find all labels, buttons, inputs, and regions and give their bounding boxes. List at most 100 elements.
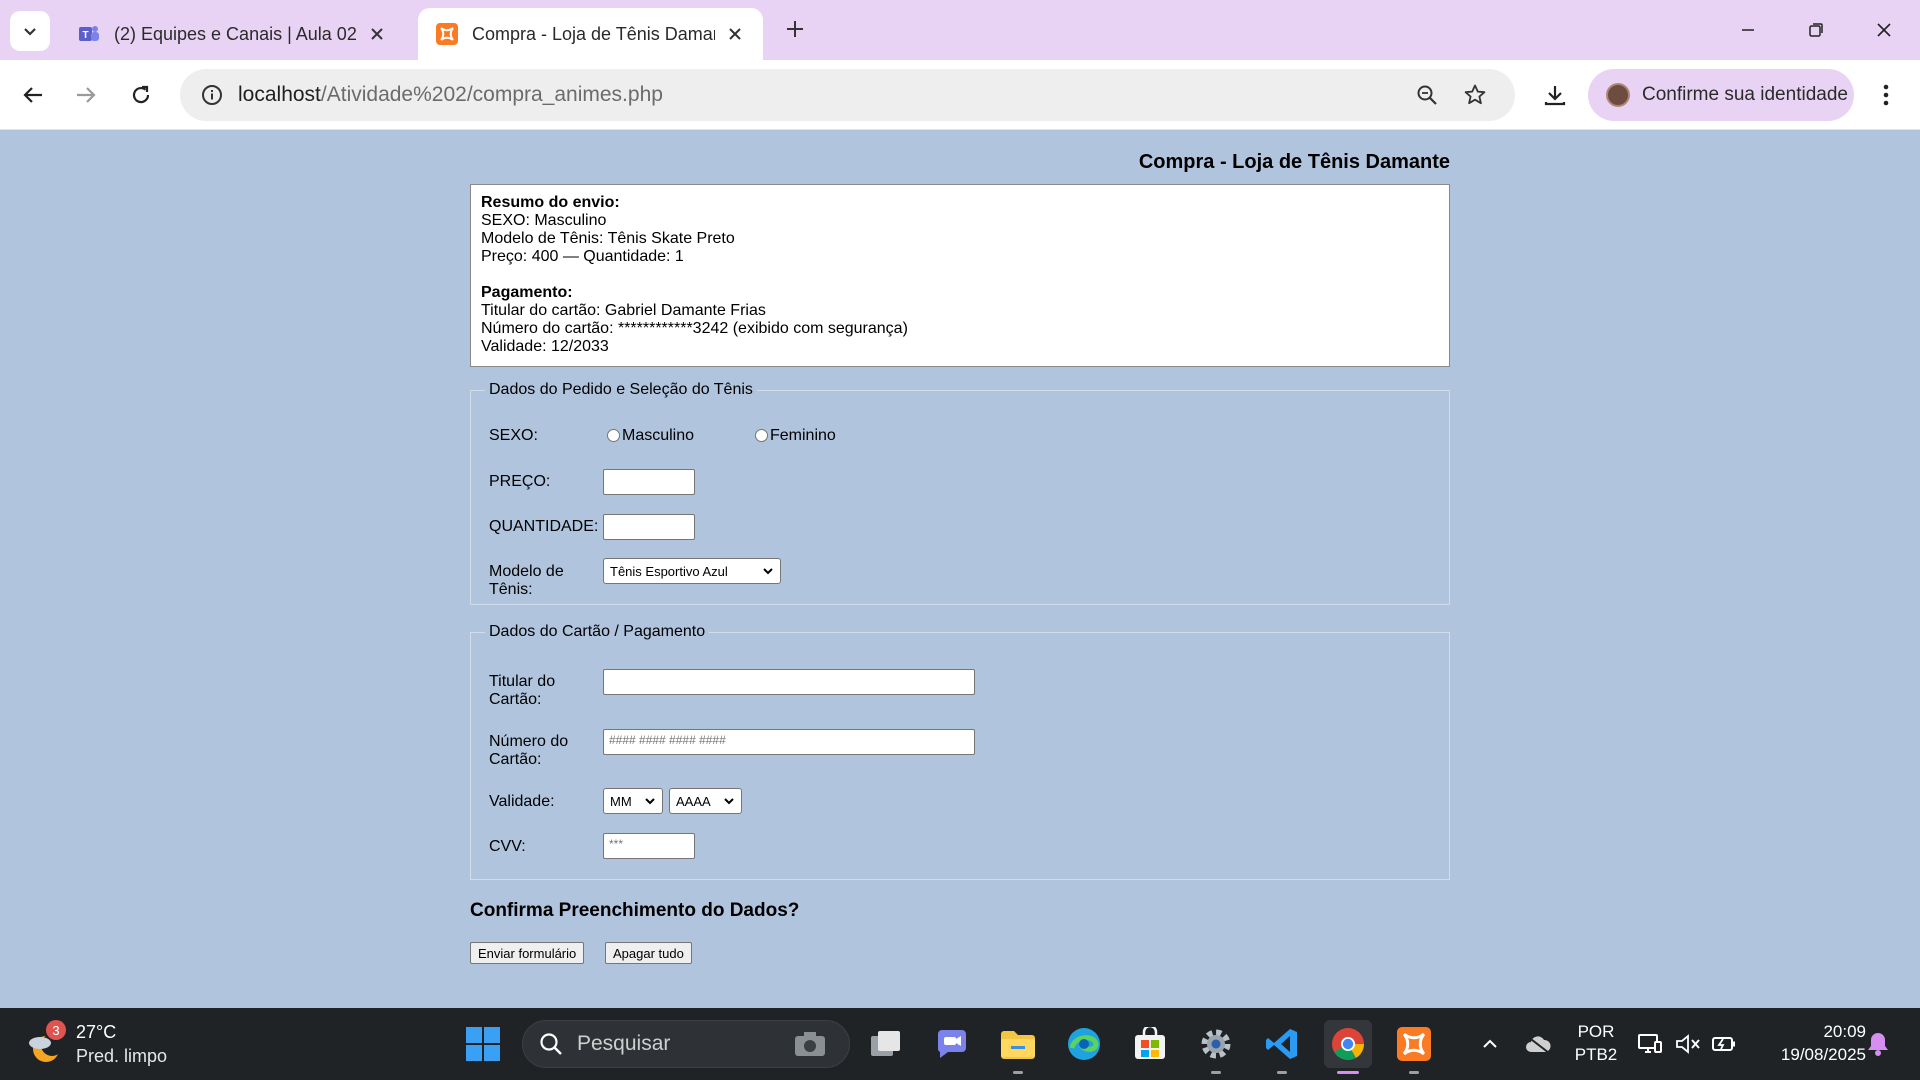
forward-button[interactable] xyxy=(66,75,106,115)
radio-circle[interactable] xyxy=(755,429,768,442)
chevron-down-icon xyxy=(24,28,36,36)
zoom-icon[interactable] xyxy=(1412,80,1442,110)
quantidade-row: QUANTIDADE: xyxy=(489,514,889,542)
weather-badge: 3 xyxy=(46,1020,66,1040)
summary-validade: Validade: 12/2033 xyxy=(481,338,609,355)
arrow-left-icon xyxy=(23,87,42,103)
radio-masculino[interactable]: Masculino xyxy=(607,427,694,445)
submit-button[interactable]: Enviar formulário xyxy=(470,942,585,964)
microsoft-store-button[interactable] xyxy=(1126,1020,1174,1068)
restore-button[interactable] xyxy=(1796,10,1836,50)
onedrive-button[interactable] xyxy=(1516,1020,1560,1068)
volume-button[interactable] xyxy=(1668,1020,1708,1068)
modelo-row: Modelo de Tênis: Tênis Esportivo Azul xyxy=(489,558,889,598)
network-button[interactable] xyxy=(1630,1020,1670,1068)
active-indicator xyxy=(1337,1071,1359,1074)
back-button[interactable] xyxy=(13,75,53,115)
form-actions: Enviar formulário Apagar tudo xyxy=(470,942,1450,966)
vscode-button[interactable] xyxy=(1258,1020,1306,1074)
reload-button[interactable] xyxy=(121,75,161,115)
summary-preco-quantidade: Preço: 400 — Quantidade: 1 xyxy=(481,248,684,265)
browser-menu-button[interactable] xyxy=(1866,75,1906,115)
taskbar-search-placeholder: Pesquisar xyxy=(577,1032,671,1055)
xampp-icon xyxy=(1397,1027,1431,1061)
language-indicator[interactable]: POR xyxy=(1572,1022,1620,1042)
ano-select[interactable]: AAAA xyxy=(669,788,742,814)
chevron-down-icon xyxy=(763,568,773,575)
downloads-button[interactable] xyxy=(1535,75,1575,115)
page-title: Compra - Loja de Tênis Damante xyxy=(1138,151,1450,173)
payment-fieldset: Dados do Cartão / Pagamento Titular do C… xyxy=(470,623,1450,880)
radio-masculino-label: Masculino xyxy=(622,427,695,444)
tab-search-button[interactable] xyxy=(10,11,50,51)
ano-selected: AAAA xyxy=(676,793,711,809)
xampp-button[interactable] xyxy=(1390,1020,1438,1074)
chrome-icon xyxy=(1332,1028,1364,1061)
keyboard-layout-indicator[interactable]: PTB2 xyxy=(1572,1045,1620,1065)
gear-icon xyxy=(1201,1029,1231,1059)
search-icon xyxy=(540,1033,562,1055)
start-button[interactable] xyxy=(459,1020,507,1068)
validade-row: Validade: MM AAAA xyxy=(489,788,889,816)
chevron-up-icon xyxy=(1483,1039,1497,1048)
chrome-button[interactable] xyxy=(1324,1020,1372,1074)
xampp-icon xyxy=(436,23,458,45)
browser-tab-strip: T (2) Equipes e Canais | Aula 02 | Micro… xyxy=(0,0,1920,60)
notifications-button[interactable] xyxy=(1856,1020,1900,1068)
tab-active-store[interactable]: Compra - Loja de Tênis Damante xyxy=(418,8,763,60)
quantidade-input[interactable] xyxy=(603,514,695,540)
teams-chat-button[interactable] xyxy=(928,1020,976,1068)
tab-teams[interactable]: T (2) Equipes e Canais | Aula 02 | Micro… xyxy=(60,8,405,60)
modelo-selected: Tênis Esportivo Azul xyxy=(610,563,728,579)
close-icon[interactable] xyxy=(723,22,747,46)
task-view-icon xyxy=(871,1031,900,1056)
radio-circle[interactable] xyxy=(607,429,620,442)
chevron-down-icon xyxy=(724,798,734,805)
preco-row: PREÇO: xyxy=(489,469,889,497)
close-window-button[interactable] xyxy=(1864,10,1904,50)
cvv-input[interactable]: *** xyxy=(603,833,695,859)
minimize-button[interactable] xyxy=(1728,10,1768,50)
battery-charging-icon xyxy=(1712,1037,1735,1051)
site-info-icon[interactable] xyxy=(186,84,238,106)
settings-button[interactable] xyxy=(1192,1020,1240,1074)
clock-time[interactable]: 20:09 xyxy=(1752,1022,1866,1042)
order-summary: Resumo do envio: SEXO: Masculino Modelo … xyxy=(470,184,1450,367)
numero-input[interactable]: #### #### #### #### xyxy=(603,729,975,755)
battery-button[interactable] xyxy=(1704,1020,1744,1068)
task-view-button[interactable] xyxy=(862,1020,910,1068)
sexo-label: SEXO: xyxy=(489,427,538,444)
tab-title: Compra - Loja de Tênis Damante xyxy=(472,23,715,44)
url-path: /Atividade%202/compra_animes.php xyxy=(320,83,663,106)
summary-numero: Número do cartão: ************3242 (exib… xyxy=(481,320,908,337)
titular-input[interactable] xyxy=(603,669,975,695)
windows-start-icon xyxy=(466,1027,500,1061)
address-bar[interactable]: localhost/Atividade%202/compra_animes.ph… xyxy=(180,69,1515,121)
modelo-label: Modelo de Tênis: xyxy=(489,563,564,598)
radio-feminino[interactable]: Feminino xyxy=(755,427,836,445)
taskbar-search[interactable]: Pesquisar xyxy=(522,1020,850,1068)
clock-date[interactable]: 19/08/2025 xyxy=(1752,1045,1866,1065)
profile-button[interactable]: Confirme sua identidade xyxy=(1588,69,1854,121)
preco-input[interactable] xyxy=(603,469,695,495)
svg-text:T: T xyxy=(82,30,88,41)
summary-titular: Titular do cartão: Gabriel Damante Frias xyxy=(481,302,766,319)
reset-button[interactable]: Apagar tudo xyxy=(605,942,692,964)
bookmark-star-icon[interactable] xyxy=(1460,80,1490,110)
summary-payment-heading: Pagamento: xyxy=(481,284,573,301)
close-icon[interactable] xyxy=(365,22,389,46)
modelo-select[interactable]: Tênis Esportivo Azul xyxy=(603,558,781,584)
payment-legend: Dados do Cartão / Pagamento xyxy=(489,623,706,640)
show-hidden-icons-button[interactable] xyxy=(1468,1020,1512,1068)
tab-title: (2) Equipes e Canais | Aula 02 | Microso… xyxy=(114,23,357,44)
order-fieldset: Dados do Pedido e Seleção do Tênis SEXO:… xyxy=(470,381,1450,605)
reload-icon xyxy=(132,85,150,104)
weather-widget[interactable]: 3 27°C Pred. limpo xyxy=(26,1020,186,1070)
minimize-icon xyxy=(1742,29,1754,31)
cloud-offline-icon xyxy=(1526,1035,1551,1054)
mes-select[interactable]: MM xyxy=(603,788,663,814)
url-text: localhost/Atividade%202/compra_animes.ph… xyxy=(238,83,663,107)
new-tab-button[interactable] xyxy=(780,14,810,44)
file-explorer-button[interactable] xyxy=(994,1020,1042,1074)
edge-button[interactable] xyxy=(1060,1020,1108,1068)
